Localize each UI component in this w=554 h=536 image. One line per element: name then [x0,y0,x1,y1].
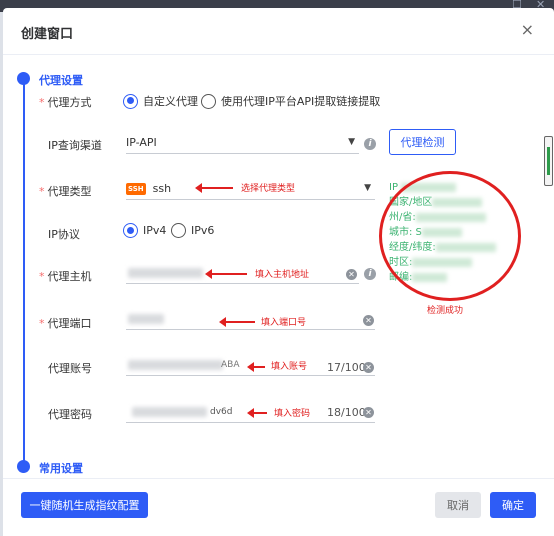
annotation-arrow [195,183,233,193]
annotation-arrow [247,362,265,372]
proxy-type-label: * 代理类型 [39,185,92,198]
redacted-text [128,360,223,370]
header-divider [3,54,554,55]
chevron-down-icon: ▼ [364,183,371,193]
ssh-badge-icon: SSH [126,182,146,195]
proxy-password-label: 代理密码 [48,408,92,421]
radio-checked-icon [123,93,138,109]
redacted-text [128,268,203,278]
redacted-text [132,407,207,417]
password-char-counter: 18/100 [327,406,366,419]
clear-icon[interactable]: ✕ [363,315,374,326]
ip-channel-label: IP查询渠道 [48,139,102,152]
radio-api-extract[interactable]: 使用代理IP平台API提取链接提取 [201,93,380,109]
confirm-button[interactable]: 确定 [490,492,536,518]
dialog-title: 创建窗口 [21,27,74,42]
timeline-dot-proxy [17,72,30,85]
annotation-success: 检测成功 [427,306,464,316]
section-common-settings[interactable]: 常用设置 [39,460,83,476]
proxy-host-label: * 代理主机 [39,270,92,283]
radio-unchecked-icon [171,223,186,238]
create-window-dialog: 创建窗口 × 代理设置 * 代理方式 自定义代理 使用代理IP平台API提取链接提… [3,8,554,536]
chevron-down-icon: ▼ [348,137,355,147]
annotation-select-type: 选择代理类型 [241,184,296,194]
ip-protocol-label: IP协议 [48,228,80,241]
annotation-port: 填入端口号 [261,318,307,328]
clear-icon[interactable]: ✕ [363,362,374,373]
annotation-host: 填入主机地址 [255,270,310,280]
footer-divider [3,478,554,479]
radio-ipv6[interactable]: IPv6 [171,223,214,238]
random-fingerprint-button[interactable]: 一键随机生成指纹配置 [21,492,148,518]
annotation-account: 填入账号 [271,362,308,372]
proxy-port-input[interactable] [126,308,375,330]
proxy-account-label: 代理账号 [48,362,92,375]
radio-ipv4[interactable]: IPv4 [123,223,166,238]
annotation-circle [379,171,521,301]
annotation-password: 填入密码 [274,409,311,419]
annotation-arrow [205,269,247,279]
info-icon[interactable]: i [364,268,376,280]
radio-checked-icon [123,223,138,238]
section-proxy-settings[interactable]: 代理设置 [39,72,83,88]
radio-unchecked-icon [201,93,216,109]
scrollbar[interactable] [544,136,553,186]
radio-custom-proxy[interactable]: 自定义代理 [123,93,198,109]
redacted-text [128,314,164,324]
annotation-arrow [247,408,267,418]
timeline-dot-common [17,460,30,473]
proxy-port-label: * 代理端口 [39,317,92,330]
annotation-arrow [219,317,255,327]
account-char-counter: 17/100 [327,361,366,374]
clear-icon[interactable]: ✕ [363,407,374,418]
close-icon[interactable]: × [521,20,534,39]
timeline-line [23,83,25,470]
proxy-mode-label: * 代理方式 [39,96,92,109]
ip-channel-select[interactable]: IP-API ▼ [126,132,359,154]
clear-icon[interactable]: ✕ [346,269,357,280]
proxy-check-button[interactable]: 代理检测 [389,129,456,155]
cancel-button[interactable]: 取消 [435,492,481,518]
info-icon[interactable]: i [364,138,376,150]
